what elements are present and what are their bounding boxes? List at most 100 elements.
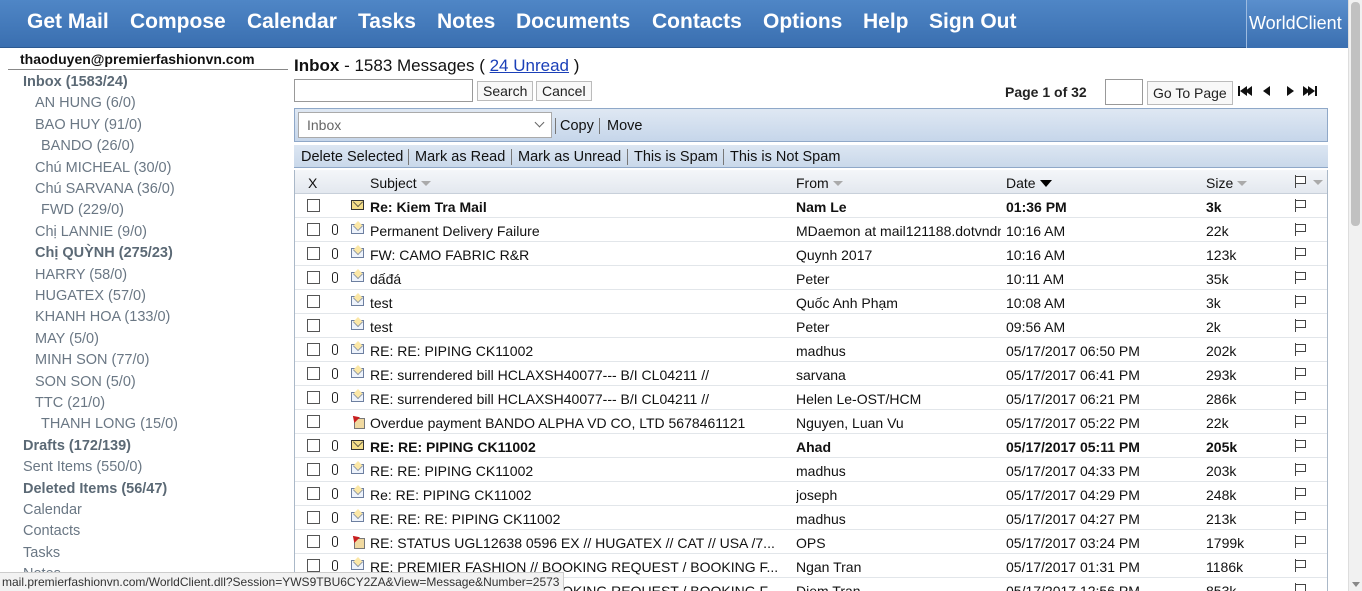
sidebar-folder-item[interactable]: AN HUNG (6/0): [35, 95, 136, 111]
page-scrollbar[interactable]: [1348, 0, 1362, 591]
table-row[interactable]: FW: CAMO FABRIC R&R Quynh 2017 10:16 AM 123…: [295, 242, 1327, 266]
delete-selected-button[interactable]: Delete Selected: [301, 149, 403, 165]
flag-icon[interactable]: [1294, 439, 1306, 452]
unread-link[interactable]: 24 Unread: [490, 56, 569, 75]
first-page-icon[interactable]: [1238, 85, 1252, 97]
row-checkbox[interactable]: [307, 367, 320, 380]
this-is-spam-button[interactable]: This is Spam: [634, 149, 718, 165]
row-checkbox[interactable]: [307, 319, 320, 332]
search-input[interactable]: [294, 79, 473, 102]
sidebar-folder-item[interactable]: Chị QUỲNH (275/23): [35, 245, 173, 261]
sidebar-folder-item[interactable]: Chú MICHEAL (30/0): [35, 160, 171, 176]
nav-sign-out[interactable]: Sign Out: [929, 10, 1017, 34]
flag-icon[interactable]: [1294, 511, 1306, 524]
row-checkbox[interactable]: [307, 559, 320, 572]
sidebar-folder-item[interactable]: Deleted Items (56/47): [23, 481, 167, 497]
prev-page-icon[interactable]: [1260, 85, 1274, 97]
table-row[interactable]: Re: Kiem Tra Mail Nam Le 01:36 PM 3k: [295, 194, 1327, 218]
row-checkbox[interactable]: [307, 415, 320, 428]
column-from[interactable]: From: [796, 175, 843, 191]
nav-compose[interactable]: Compose: [130, 10, 226, 34]
flag-icon[interactable]: [1294, 415, 1306, 428]
move-button[interactable]: Move: [607, 118, 642, 134]
column-select[interactable]: X: [308, 175, 317, 191]
flag-icon[interactable]: [1294, 295, 1306, 308]
sidebar-folder-item[interactable]: MINH SON (77/0): [35, 352, 149, 368]
sidebar-folder-item[interactable]: Drafts (172/139): [23, 438, 131, 454]
row-checkbox[interactable]: [307, 511, 320, 524]
nav-contacts[interactable]: Contacts: [652, 10, 742, 34]
next-page-icon[interactable]: [1284, 85, 1298, 97]
flag-icon[interactable]: [1294, 391, 1306, 404]
sidebar-folder-item[interactable]: Calendar: [23, 502, 82, 518]
sidebar-folder-item[interactable]: FWD (229/0): [41, 202, 124, 218]
table-row[interactable]: RE: RE: PIPING CK11002 madhus 05/17/2017 0…: [295, 338, 1327, 362]
flag-icon[interactable]: [1294, 367, 1306, 380]
sidebar-folder-item[interactable]: Inbox (1583/24): [23, 74, 128, 90]
page-number-input[interactable]: [1105, 79, 1143, 105]
table-row[interactable]: RE: surrendered bill HCLAXSH40077--- B/I…: [295, 362, 1327, 386]
sidebar-folder-item[interactable]: SON SON (5/0): [35, 374, 136, 390]
flag-icon[interactable]: [1294, 487, 1306, 500]
nav-options[interactable]: Options: [763, 10, 842, 34]
nav-calendar[interactable]: Calendar: [247, 10, 337, 34]
row-checkbox[interactable]: [307, 247, 320, 260]
nav-notes[interactable]: Notes: [437, 10, 495, 34]
copy-button[interactable]: Copy: [560, 118, 594, 134]
sidebar-folder-item[interactable]: Sent Items (550/0): [23, 459, 142, 475]
nav-tasks[interactable]: Tasks: [358, 10, 416, 34]
table-row[interactable]: test Peter 09:56 AM 2k: [295, 314, 1327, 338]
folder-select[interactable]: Inbox: [298, 112, 552, 138]
table-row[interactable]: RE: RE: RE: PIPING CK11002 madhus 05/17/20…: [295, 506, 1327, 530]
nav-get-mail[interactable]: Get Mail: [27, 10, 109, 34]
cancel-button[interactable]: Cancel: [536, 81, 592, 101]
flag-icon[interactable]: [1294, 343, 1306, 356]
sidebar-folder-item[interactable]: TTC (21/0): [35, 395, 105, 411]
row-checkbox[interactable]: [307, 271, 320, 284]
table-row[interactable]: Overdue payment BANDO ALPHA VD CO, LTD 5…: [295, 410, 1327, 434]
sidebar-folder-item[interactable]: Chị LANNIE (9/0): [35, 224, 147, 240]
flag-icon[interactable]: [1294, 247, 1306, 260]
sidebar-folder-item[interactable]: Chú SARVANA (36/0): [35, 181, 175, 197]
row-checkbox[interactable]: [307, 487, 320, 500]
nav-help[interactable]: Help: [863, 10, 909, 34]
table-row[interactable]: RE: surrendered bill HCLAXSH40077--- B/I…: [295, 386, 1327, 410]
sidebar-folder-item[interactable]: MAY (5/0): [35, 331, 99, 347]
row-checkbox[interactable]: [307, 391, 320, 404]
table-row[interactable]: dấđá Peter 10:11 AM 35k: [295, 266, 1327, 290]
sidebar-folder-item[interactable]: Tasks: [23, 545, 60, 561]
column-flag-icon[interactable]: [1294, 175, 1306, 188]
mark-as-unread-button[interactable]: Mark as Unread: [518, 149, 621, 165]
sidebar-folder-item[interactable]: HARRY (58/0): [35, 267, 127, 283]
row-checkbox[interactable]: [307, 439, 320, 452]
row-checkbox[interactable]: [307, 535, 320, 548]
column-subject[interactable]: Subject: [370, 175, 431, 191]
last-page-icon[interactable]: [1303, 85, 1317, 97]
table-row[interactable]: RE: RE: PIPING CK11002 Ahad 05/17/2017 05:…: [295, 434, 1327, 458]
flag-icon[interactable]: [1294, 319, 1306, 332]
table-row[interactable]: Permanent Delivery Failure MDaemon at mai…: [295, 218, 1327, 242]
flag-icon[interactable]: [1294, 463, 1306, 476]
flag-icon[interactable]: [1294, 271, 1306, 284]
flag-icon[interactable]: [1294, 223, 1306, 236]
sidebar-folder-item[interactable]: BANDO (26/0): [41, 138, 134, 154]
search-button[interactable]: Search: [477, 81, 534, 101]
flag-icon[interactable]: [1294, 199, 1306, 212]
table-row[interactable]: test Quốc Anh Phạm 10:08 AM 3k: [295, 290, 1327, 314]
flag-icon[interactable]: [1294, 559, 1306, 572]
flag-icon[interactable]: [1294, 583, 1306, 591]
table-row[interactable]: RE: STATUS UGL12638 0596 EX // HUGATEX /…: [295, 530, 1327, 554]
row-checkbox[interactable]: [307, 343, 320, 356]
sidebar-folder-item[interactable]: HUGATEX (57/0): [35, 288, 146, 304]
nav-documents[interactable]: Documents: [516, 10, 630, 34]
column-size[interactable]: Size: [1206, 175, 1248, 191]
scrollbar-thumb[interactable]: [1351, 2, 1360, 226]
sidebar-folder-item[interactable]: THANH LONG (15/0): [41, 416, 178, 432]
scroll-down-arrow-icon[interactable]: [1352, 582, 1360, 587]
this-is-not-spam-button[interactable]: This is Not Spam: [730, 149, 840, 165]
mark-as-read-button[interactable]: Mark as Read: [415, 149, 505, 165]
column-date[interactable]: Date: [1006, 175, 1052, 191]
table-row[interactable]: Re: RE: PIPING CK11002 joseph 05/17/2017 0…: [295, 482, 1327, 506]
row-checkbox[interactable]: [307, 295, 320, 308]
sidebar-folder-item[interactable]: BAO HUY (91/0): [35, 117, 142, 133]
